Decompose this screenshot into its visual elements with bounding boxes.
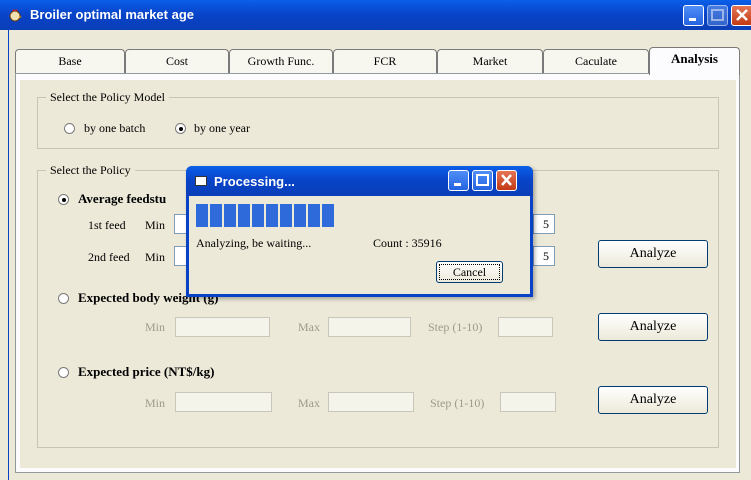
price-max-label: Max xyxy=(298,396,320,410)
first-feed-step-input[interactable]: 5 xyxy=(533,214,555,234)
tab-market[interactable]: Market xyxy=(437,49,543,73)
price-step-label: Step (1-10) xyxy=(430,396,485,410)
progress-segment xyxy=(294,204,306,227)
window-icon xyxy=(195,176,207,186)
minimize-icon xyxy=(689,18,696,21)
tab-caculate[interactable]: Caculate xyxy=(543,49,649,73)
second-feed-step-value: 5 xyxy=(543,249,549,263)
progress-segment xyxy=(322,204,334,227)
by-one-year-label[interactable]: by one year xyxy=(194,121,250,136)
second-feed-step-input[interactable]: 5 xyxy=(533,246,555,266)
body-weight-radio[interactable] xyxy=(58,293,69,304)
status-message: Analyzing, be waiting... xyxy=(196,236,312,250)
dialog-title-bar[interactable]: Processing... xyxy=(186,166,533,196)
close-icon xyxy=(736,9,748,21)
minimize-button[interactable] xyxy=(683,5,704,26)
analyze-price-button[interactable]: Analyze xyxy=(598,386,708,414)
progress-segment xyxy=(266,204,278,227)
processing-dialog: Processing... Analyzing, be waiting... C… xyxy=(186,166,533,297)
average-feed-label[interactable]: Average feedstu xyxy=(78,191,166,207)
progress-segment xyxy=(252,204,264,227)
policy-legend: Select the Policy xyxy=(46,163,135,178)
progress-segment xyxy=(308,204,320,227)
progress-segment xyxy=(210,204,222,227)
maximize-icon xyxy=(711,9,724,21)
price-radio[interactable] xyxy=(58,367,69,378)
by-one-batch-radio[interactable] xyxy=(64,123,75,134)
dialog-close-button[interactable] xyxy=(496,170,517,191)
tab-base[interactable]: Base xyxy=(15,49,125,73)
tab-analysis[interactable]: Analysis xyxy=(649,47,740,75)
dialog-maximize-button[interactable] xyxy=(472,170,493,191)
tab-cost[interactable]: Cost xyxy=(125,49,229,73)
analyze-feed-button[interactable]: Analyze xyxy=(598,240,708,268)
progress-segment xyxy=(224,204,236,227)
progress-segment xyxy=(280,204,292,227)
weight-step-label: Step (1-10) xyxy=(428,320,483,334)
price-min-label: Min xyxy=(145,396,166,410)
price-min-input[interactable] xyxy=(175,392,272,412)
progress-segment xyxy=(196,204,208,227)
close-icon xyxy=(501,174,512,186)
price-step-input[interactable] xyxy=(500,392,556,412)
close-button[interactable] xyxy=(731,5,751,26)
weight-min-input[interactable] xyxy=(175,317,270,337)
rooster-icon xyxy=(9,9,22,22)
average-feed-radio[interactable] xyxy=(58,194,69,205)
second-feed-label: 2nd feed xyxy=(88,250,130,264)
first-feed-min-label: Min xyxy=(145,218,166,232)
dialog-minimize-button[interactable] xyxy=(448,170,469,191)
progress-bar xyxy=(196,204,362,229)
minimize-icon xyxy=(454,183,461,186)
second-feed-min-label: Min xyxy=(145,250,166,264)
window-title: Broiler optimal market age xyxy=(30,7,194,22)
weight-min-label: Min xyxy=(145,320,166,334)
price-max-input[interactable] xyxy=(328,392,414,412)
weight-step-input[interactable] xyxy=(498,317,553,337)
price-label[interactable]: Expected price (NT$/kg) xyxy=(78,364,214,380)
policy-model-legend: Select the Policy Model xyxy=(46,90,169,105)
weight-max-input[interactable] xyxy=(328,317,411,337)
by-one-batch-label[interactable]: by one batch xyxy=(84,121,145,136)
maximize-button[interactable] xyxy=(707,5,728,26)
title-bar[interactable]: Broiler optimal market age xyxy=(0,0,751,30)
dialog-title: Processing... xyxy=(214,174,295,189)
tab-fcr[interactable]: FCR xyxy=(333,49,437,73)
cancel-button[interactable]: Cancel xyxy=(436,261,503,283)
tab-growth-func[interactable]: Growth Func. xyxy=(229,49,333,73)
maximize-icon xyxy=(476,174,489,186)
analyze-weight-button[interactable]: Analyze xyxy=(598,313,708,341)
by-one-year-radio[interactable] xyxy=(175,123,186,134)
first-feed-label: 1st feed xyxy=(88,218,126,232)
first-feed-step-value: 5 xyxy=(543,217,549,231)
progress-segment xyxy=(238,204,250,227)
weight-max-label: Max xyxy=(298,320,320,334)
count-label: Count : 35916 xyxy=(373,236,442,250)
